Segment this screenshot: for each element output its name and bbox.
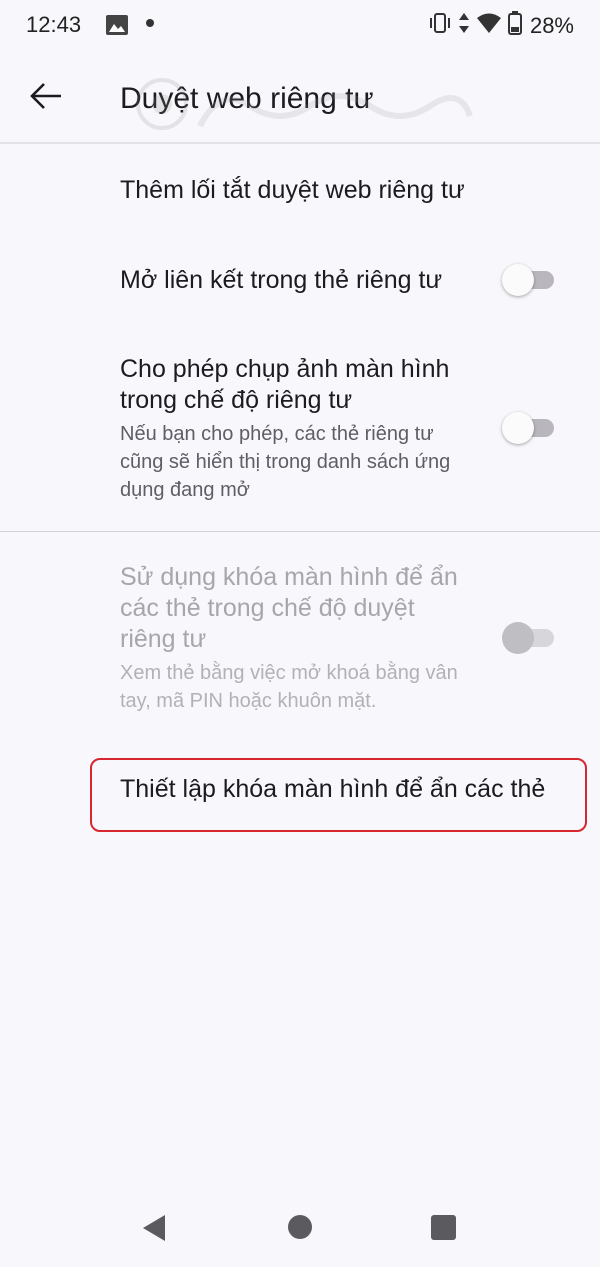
nav-back-icon[interactable]	[141, 1214, 167, 1247]
image-icon	[106, 15, 128, 40]
status-icons: 28%	[428, 11, 574, 40]
setting-open-links-private[interactable]: Mở liên kết trong thẻ riêng tư	[120, 265, 480, 296]
page-title: Duyệt web riêng tư	[120, 82, 374, 115]
setting-title: Cho phép chụp ảnh màn hình trong chế độ …	[120, 355, 450, 414]
allow-screenshots-toggle[interactable]	[500, 410, 556, 446]
status-time: 12:43	[26, 12, 82, 37]
setting-summary: Nếu bạn cho phép, các thẻ riêng tư cũng …	[120, 423, 451, 501]
data-arrows-icon	[458, 12, 470, 39]
setting-summary: Xem thẻ bằng việc mở khoá bằng vân tay, …	[120, 662, 458, 712]
open-links-toggle[interactable]	[500, 262, 556, 298]
navigation-bar	[0, 1190, 600, 1267]
setting-add-private-shortcut[interactable]: Thêm lối tắt duyệt web riêng tư	[120, 175, 480, 206]
battery-percentage: 28%	[529, 12, 574, 38]
setting-use-screen-lock: Sử dụng khóa màn hình để ẩn các thẻ tron…	[120, 562, 470, 715]
setting-title: Mở liên kết trong thẻ riêng tư	[120, 266, 443, 294]
status-bar: 12:43 28%	[0, 0, 600, 52]
app-bar: Duyệt web riêng tư	[0, 52, 600, 144]
setting-allow-screenshots[interactable]: Cho phép chụp ảnh màn hình trong chế độ …	[120, 354, 470, 504]
nav-home-icon[interactable]	[288, 1215, 312, 1239]
back-button[interactable]	[22, 74, 70, 122]
arrow-back-icon	[29, 82, 63, 115]
toggle-thumb	[502, 622, 534, 654]
wifi-icon	[476, 12, 502, 39]
use-screen-lock-toggle	[500, 620, 556, 656]
notification-dot-icon	[146, 19, 154, 27]
battery-icon	[507, 11, 522, 40]
section-divider	[0, 531, 600, 532]
nav-recents-icon[interactable]	[431, 1215, 456, 1240]
setting-set-screen-lock[interactable]: Thiết lập khóa màn hình để ẩn các thẻ	[120, 774, 545, 805]
toggle-thumb	[502, 412, 534, 444]
vibrate-icon	[428, 12, 452, 39]
setting-title: Thêm lối tắt duyệt web riêng tư	[120, 176, 465, 204]
toggle-thumb	[502, 264, 534, 296]
setting-title: Sử dụng khóa màn hình để ẩn các thẻ tron…	[120, 563, 458, 653]
